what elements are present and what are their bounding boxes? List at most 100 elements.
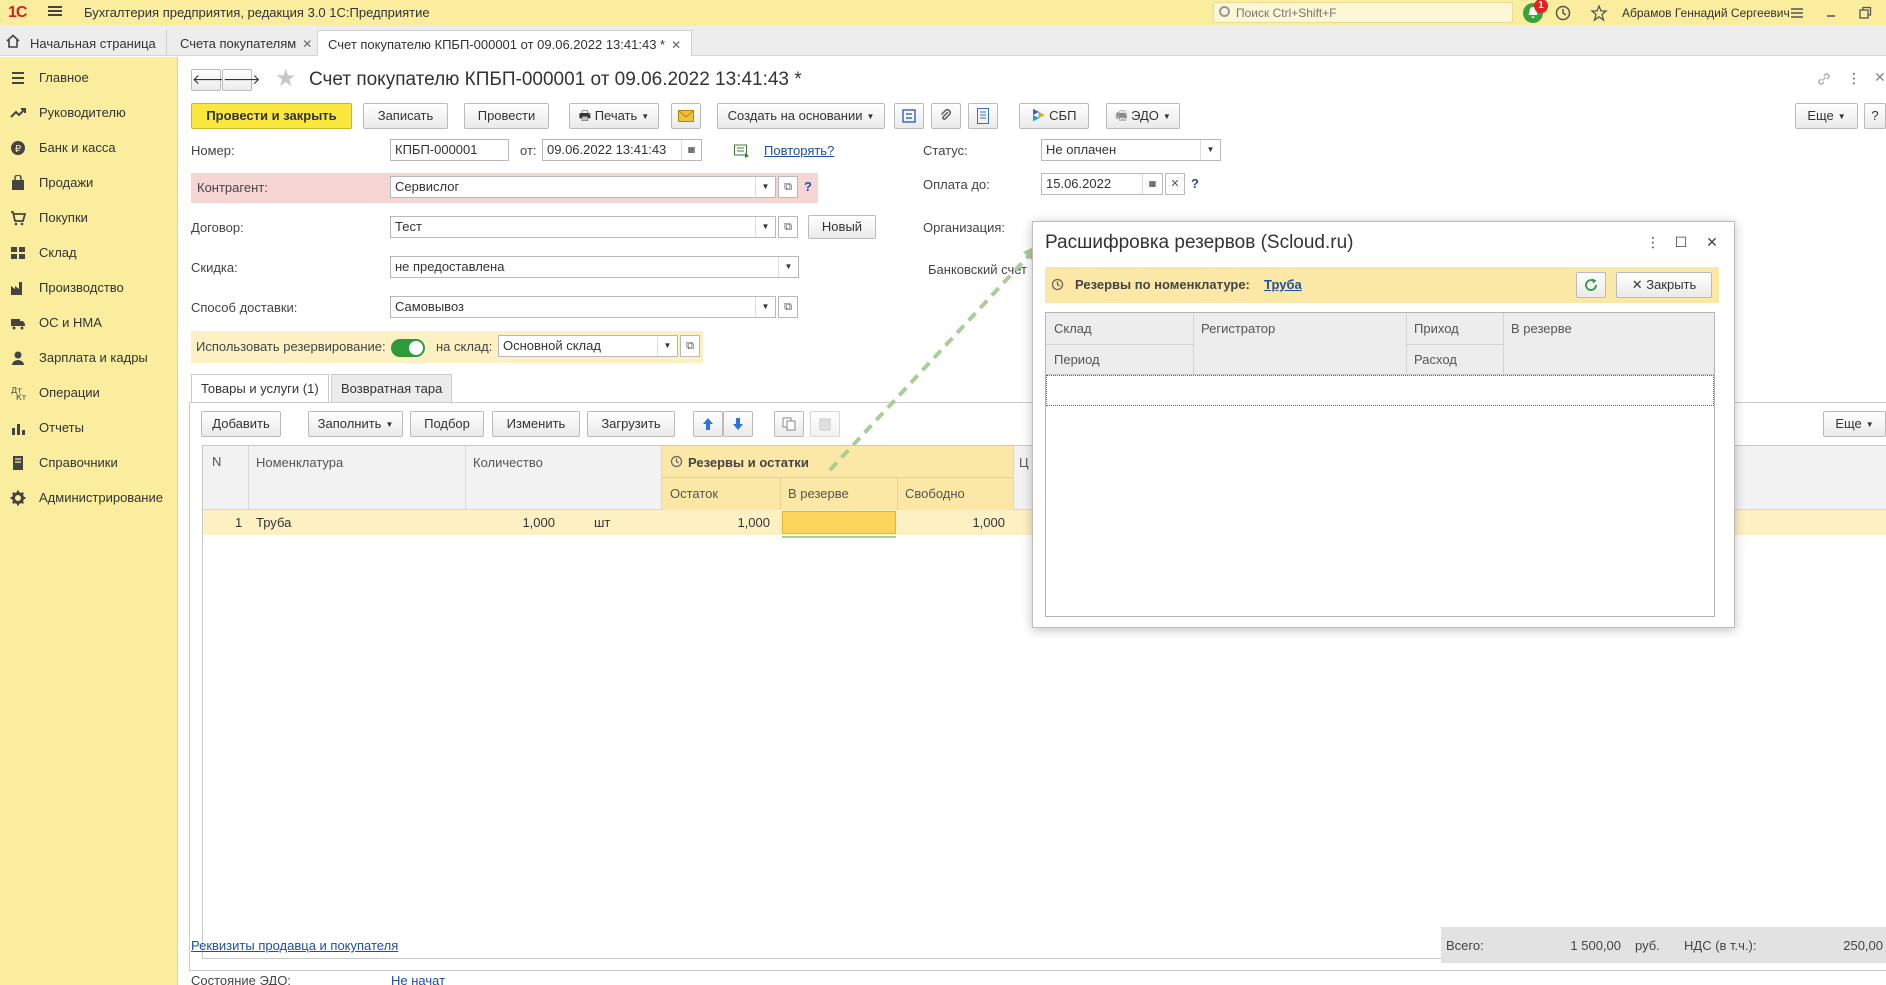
document-list-button[interactable]	[968, 103, 998, 129]
forward-button[interactable]: 🡒	[222, 69, 261, 91]
minimize-icon[interactable]	[1822, 4, 1840, 22]
help-question-icon[interactable]: ?	[804, 179, 812, 194]
clear-button[interactable]: ✕	[1165, 173, 1185, 195]
chevron-down-icon[interactable]: ▼	[755, 297, 775, 317]
close-form-icon[interactable]: ✕	[1874, 69, 1886, 86]
col-header-qty[interactable]: Количество	[473, 455, 543, 470]
refresh-button[interactable]	[1576, 272, 1606, 298]
cell-unit[interactable]: шт	[594, 515, 610, 530]
add-row-button[interactable]: Добавить	[201, 411, 281, 437]
table-more-button[interactable]: Еще ▼	[1823, 411, 1886, 437]
new-contract-button[interactable]: Новый	[808, 215, 876, 239]
fill-button[interactable]: Заполнить ▼	[308, 411, 403, 437]
tab-returnable-packaging[interactable]: Возвратная тара	[331, 374, 453, 402]
dialog-more-icon[interactable]: ⋮	[1645, 234, 1661, 250]
sidebar-item-directories[interactable]: Справочники	[0, 446, 178, 480]
move-down-button[interactable]	[723, 411, 753, 437]
reservation-toggle[interactable]	[391, 339, 425, 357]
counterparty-field[interactable]: Сервислог ▼	[390, 176, 776, 198]
tab-invoice-document[interactable]: Счет покупателю КПБП-000001 от 09.06.202…	[317, 30, 693, 56]
chevron-down-icon[interactable]: ▼	[657, 336, 677, 356]
print-button[interactable]: 🖶 Печать ▼	[569, 103, 659, 129]
col-header-free[interactable]: Свободно	[905, 486, 965, 501]
col-header-in-reserve[interactable]: В резерве	[1511, 321, 1572, 336]
status-select[interactable]: Не оплачен ▼	[1041, 139, 1221, 161]
change-button[interactable]: Изменить	[492, 411, 580, 437]
sidebar-item-production[interactable]: Производство	[0, 271, 178, 305]
col-header-expense[interactable]: Расход	[1414, 352, 1457, 367]
date-field[interactable]: 09.06.2022 13:41:43 ▦	[542, 139, 702, 161]
col-header-item[interactable]: Номенклатура	[256, 455, 343, 470]
search-input[interactable]	[1236, 4, 1506, 21]
col-header-warehouse[interactable]: Склад	[1054, 321, 1092, 336]
help-button[interactable]: ?	[1864, 103, 1886, 129]
more-button[interactable]: Еще ▼	[1795, 103, 1858, 129]
main-menu-icon[interactable]	[48, 4, 62, 18]
dialog-close-button[interactable]: ✕ Закрыть	[1616, 272, 1712, 298]
attach-button[interactable]	[931, 103, 961, 129]
delivery-field[interactable]: Самовывоз ▼	[390, 296, 776, 318]
calendar-icon[interactable]: ▦	[681, 140, 701, 160]
number-field[interactable]: КПБП-000001	[390, 139, 509, 161]
sbp-button[interactable]: СБП	[1019, 103, 1089, 129]
back-button[interactable]: 🡐	[191, 69, 230, 91]
user-name[interactable]: Абрамов Геннадий Сергеевич	[1622, 6, 1790, 20]
edo-button[interactable]: 🖷 ЭДО ▼	[1106, 103, 1180, 129]
move-up-button[interactable]	[693, 411, 723, 437]
cell-qty[interactable]: 1,000	[455, 515, 555, 530]
col-header-period[interactable]: Период	[1054, 352, 1100, 367]
sidebar-item-purchases[interactable]: Покупки	[0, 201, 178, 235]
sidebar-item-administration[interactable]: Администрирование	[0, 481, 178, 515]
col-header-registrar[interactable]: Регистратор	[1201, 321, 1275, 336]
sidebar-item-operations[interactable]: Дт Кт Операции	[0, 376, 178, 410]
col-header-income[interactable]: Приход	[1414, 321, 1459, 336]
col-header-n[interactable]: N	[212, 454, 221, 469]
favorites-icon[interactable]	[1590, 4, 1608, 22]
pick-button[interactable]: Подбор	[410, 411, 484, 437]
load-button[interactable]: Загрузить	[587, 411, 675, 437]
contract-field[interactable]: Тест ▼	[390, 216, 776, 238]
repeat-link[interactable]: Повторять?	[764, 143, 834, 158]
settings-menu-icon[interactable]	[1788, 4, 1806, 22]
dialog-close-icon[interactable]: ✕	[1704, 234, 1720, 250]
link-icon[interactable]	[1816, 71, 1832, 87]
create-based-on-button[interactable]: Создать на основании ▼	[717, 103, 885, 129]
close-icon[interactable]: ✕	[671, 38, 681, 52]
sidebar-item-manager[interactable]: Руководителю	[0, 96, 178, 130]
help-question-icon[interactable]: ?	[1191, 176, 1199, 191]
discount-select[interactable]: не предоставлена ▼	[390, 256, 799, 278]
col-header-rest[interactable]: Остаток	[670, 486, 718, 501]
dialog-item-link[interactable]: Труба	[1264, 277, 1302, 292]
chevron-down-icon[interactable]: ▼	[1200, 140, 1220, 160]
tab-home[interactable]: Начальная страница	[20, 30, 167, 56]
restore-window-icon[interactable]	[1856, 4, 1874, 22]
open-warehouse-button[interactable]: ⧉	[680, 335, 700, 357]
close-icon[interactable]: ✕	[302, 37, 312, 51]
empty-table-row[interactable]	[1046, 375, 1714, 406]
pay-until-field[interactable]: 15.06.2022 ▦	[1041, 173, 1163, 195]
cell-reserved-selected[interactable]	[782, 511, 896, 534]
sidebar-item-reports[interactable]: Отчеты	[0, 411, 178, 445]
col-header-reserved[interactable]: В резерве	[788, 486, 849, 501]
edo-state-link[interactable]: Не начат	[391, 973, 445, 985]
email-button[interactable]	[671, 103, 701, 129]
sidebar-item-salary[interactable]: Зарплата и кадры	[0, 341, 178, 375]
chevron-down-icon[interactable]: ▼	[755, 177, 775, 197]
notifications-bell-icon[interactable]: 1	[1523, 0, 1548, 23]
open-delivery-button[interactable]: ⧉	[778, 296, 798, 318]
warehouse-field[interactable]: Основной склад ▼	[498, 335, 678, 357]
structure-button[interactable]	[894, 103, 924, 129]
more-options-icon[interactable]: ⋮	[1846, 71, 1862, 87]
seller-buyer-details-link[interactable]: Реквизиты продавца и покупателя	[191, 938, 398, 953]
tab-goods-services[interactable]: Товары и услуги (1)	[191, 374, 329, 403]
calendar-icon[interactable]: ▦	[1142, 174, 1162, 194]
save-button[interactable]: Записать	[363, 103, 448, 129]
cell-item[interactable]: Труба	[256, 515, 291, 530]
sidebar-item-bank[interactable]: ₽ Банк и касса	[0, 131, 178, 165]
sidebar-item-main[interactable]: Главное	[0, 61, 178, 95]
post-and-close-button[interactable]: Провести и закрыть	[191, 103, 352, 129]
chevron-down-icon[interactable]: ▼	[755, 217, 775, 237]
global-search[interactable]	[1213, 2, 1513, 23]
history-icon[interactable]	[1554, 4, 1572, 22]
open-counterparty-button[interactable]: ⧉	[778, 176, 798, 198]
